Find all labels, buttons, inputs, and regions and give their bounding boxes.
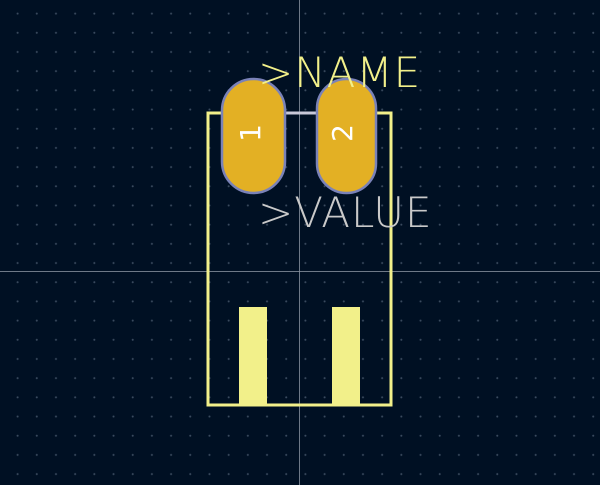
silkscreen-pin-1-marker (239, 307, 267, 405)
pad-2-number: 2 (326, 124, 359, 142)
value-label[interactable]: >VALUE (258, 188, 433, 237)
pad-1-number: 1 (234, 124, 267, 142)
pcb-canvas[interactable]: 1 2 >NAME >VALUE (0, 0, 600, 485)
reference-name-label[interactable]: >NAME (258, 48, 421, 97)
silkscreen-pin-2-marker (332, 307, 360, 405)
